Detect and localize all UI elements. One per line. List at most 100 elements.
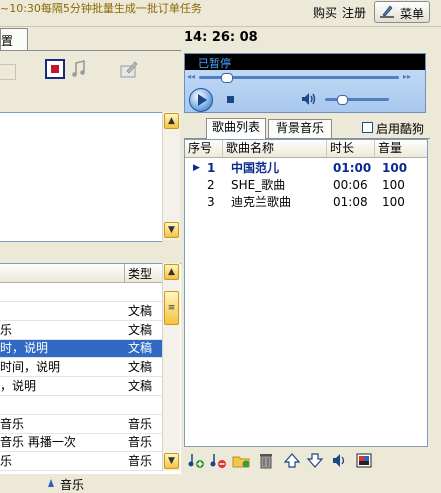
row-name: 乐 [0,322,13,337]
volume-knob[interactable] [336,95,348,105]
play-button[interactable] [189,88,213,112]
delete-icon[interactable] [256,451,276,470]
row-name: ，说明 [0,379,37,393]
table-row[interactable]: 文稿 [0,303,162,321]
move-down-icon[interactable] [305,451,325,470]
player-status: 已暂停 [198,57,231,70]
locked-edit-icon [120,61,138,78]
header-song-name[interactable]: 歌曲名称 [223,140,327,157]
left-bottom-label: 音乐 [60,478,85,492]
song-index: 2 [207,178,215,192]
register-link[interactable]: 注册 [342,4,366,21]
table-row[interactable]: 音乐 音乐 [0,416,162,434]
song-duration: 01:00 [333,161,372,175]
song-row[interactable]: 2 SHE_歌曲 00:06 100 [185,177,427,194]
move-up-icon[interactable] [282,451,302,470]
scroll-up-icon[interactable]: ▲ [164,264,179,280]
row-type: 文稿 [128,341,153,356]
pen-icon [380,5,394,18]
scroll-up-icon[interactable]: ▲ [164,113,179,129]
row-type: 音乐 [128,416,153,431]
table-row[interactable]: ，说明 文稿 [0,378,162,396]
row-type: 文稿 [128,303,153,318]
left-toolbar [0,58,176,88]
upper-list-scrollbar[interactable]: ▲ ▼ [162,112,180,240]
enable-kugou-checkbox[interactable] [362,122,373,133]
tab-divider [0,50,181,51]
row-type: 音乐 [128,435,153,450]
add-folder-icon[interactable] [231,451,251,470]
row-name: 时，说明 [0,341,49,356]
song-row[interactable]: ▶ 1 中国范儿 01:00 100 [185,160,427,177]
header-divider [124,264,125,282]
music-button[interactable] [68,58,92,82]
header-volume[interactable]: 音量 [375,140,427,157]
song-name: SHE_歌曲 [231,178,286,192]
header-index[interactable]: 序号 [185,140,223,157]
volume-icon[interactable] [330,451,350,470]
playlist-toolbar [184,449,428,471]
song-row[interactable]: 3 迪克兰歌曲 01:08 100 [185,194,427,211]
left-bottom-item[interactable]: 音乐 [48,476,85,493]
song-name: 迪克兰歌曲 [231,195,292,209]
song-index: 3 [207,195,215,209]
row-name: 音乐 再播一次 [0,435,76,450]
row-name: 音乐 [0,416,25,431]
seek-knob[interactable] [221,73,233,83]
table-row[interactable] [0,397,162,415]
now-playing-icon: ▶ [193,163,200,173]
status-bar: 已暂停 [185,54,425,70]
song-duration: 01:08 [333,195,368,209]
header-duration[interactable]: 时长 [327,140,375,157]
left-table-header: 类型 [0,264,162,283]
tab-settings[interactable]: 置 [0,28,28,50]
row-type: 文稿 [128,379,153,393]
upper-list[interactable] [0,112,162,242]
buy-link[interactable]: 购买 [313,4,337,21]
row-name: 乐 [0,454,13,469]
tab-song-list[interactable]: 歌曲列表 [206,118,266,139]
table-row[interactable]: 乐 文稿 [0,322,162,340]
song-duration: 00:06 [333,178,368,192]
playlist-tabs: 歌曲列表 背景音乐 启用酷狗 [184,117,430,139]
toolbar-slot [0,64,16,80]
rewind-icon[interactable]: ◂◂ [187,72,195,81]
left-table-scrollbar[interactable]: ▲ ≡ ▼ [162,263,180,471]
table-row[interactable]: 时，说明 文稿 [0,340,162,359]
song-index: 1 [207,161,216,175]
song-volume: 100 [382,195,405,209]
table-row[interactable]: 时间，说明 文稿 [0,359,162,378]
forward-icon[interactable]: ▸▸ [403,72,411,81]
row-type: 文稿 [128,322,153,337]
volume-slider[interactable] [325,98,389,101]
settings-icon[interactable] [354,451,374,470]
volume-icon[interactable] [301,92,317,106]
record-button[interactable] [44,58,68,82]
stop-button[interactable] [227,96,234,103]
music-note-icon [72,59,85,77]
row-name: 时间，说明 [0,360,61,375]
scroll-down-icon[interactable]: ▼ [164,222,179,238]
record-icon [45,59,65,79]
song-name: 中国范儿 [231,161,280,175]
song-volume: 100 [382,178,405,192]
tab-background-music[interactable]: 背景音乐 [268,119,332,138]
schedule-notice: ~10:30每隔5分钟批量生成一批订单任务 [0,2,202,15]
remove-song-icon[interactable] [208,451,228,470]
edit-locked-button[interactable] [118,58,142,82]
clock: 14: 26: 08 [184,30,258,45]
enable-kugou-label: 启用酷狗 [376,122,425,136]
add-song-icon[interactable] [186,451,206,470]
menu-label: 菜单 [400,7,425,21]
row-type: 音乐 [128,454,153,469]
menu-button[interactable]: 菜单 [374,1,430,23]
scroll-down-icon[interactable]: ▼ [164,453,179,469]
song-volume: 100 [382,161,408,175]
table-row[interactable]: 乐 音乐 [0,453,162,472]
scroll-thumb[interactable]: ≡ [164,291,179,325]
table-row[interactable]: 音乐 再播一次 音乐 [0,434,162,453]
left-header-type[interactable]: 类型 [128,265,152,282]
left-table: 类型 文稿乐文稿 时，说明 文稿 时间，说明 文稿 ，说明 文稿 音乐 音乐 音乐 再播一次 音乐乐… [0,263,181,474]
song-list[interactable]: 序号 歌曲名称 时长 音量 ▶ 1 中国范儿 01:00 100 2 SHE_歌曲 00:06… [184,139,428,447]
table-row[interactable] [0,284,162,302]
